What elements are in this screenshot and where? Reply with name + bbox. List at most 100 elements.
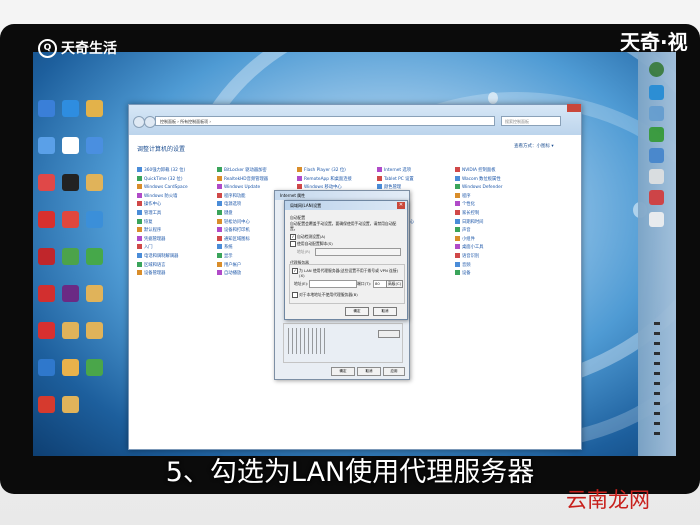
start-button-icon[interactable] bbox=[649, 62, 664, 77]
control-panel-item[interactable]: RemoteApp 和桌面连接 bbox=[297, 176, 377, 185]
control-panel-item[interactable]: Wacom 数位板属性 bbox=[455, 176, 535, 185]
desktop-shortcut-icon[interactable] bbox=[62, 285, 79, 302]
desktop-shortcut-icon[interactable] bbox=[38, 174, 55, 191]
taskbar-app-icon[interactable] bbox=[649, 106, 664, 121]
desktop-shortcut-icon[interactable] bbox=[62, 100, 79, 117]
proxy-address-input[interactable] bbox=[309, 280, 357, 288]
desktop-shortcut-icon[interactable] bbox=[38, 248, 55, 265]
use-script-checkbox[interactable] bbox=[290, 241, 296, 247]
desktop-shortcut-icon[interactable] bbox=[86, 322, 103, 339]
site-watermark: 云南龙网 bbox=[566, 488, 650, 512]
taskbar-app-icon[interactable] bbox=[649, 169, 664, 184]
desktop-shortcut-icon[interactable] bbox=[38, 137, 55, 154]
desktop-shortcut-icon[interactable] bbox=[86, 285, 103, 302]
auto-detect-checkbox[interactable] bbox=[290, 234, 296, 240]
control-panel-item[interactable]: 管理工具 bbox=[137, 210, 217, 219]
desktop-shortcut-icon[interactable] bbox=[62, 396, 79, 413]
control-panel-item[interactable]: Windows 防火墙 bbox=[137, 193, 217, 202]
desktop-shortcut-icon[interactable] bbox=[38, 322, 55, 339]
control-panel-item[interactable]: 语音识别 bbox=[455, 253, 535, 262]
control-panel-item[interactable]: 日期和时间 bbox=[455, 219, 535, 228]
taskbar-app-icon[interactable] bbox=[649, 127, 664, 142]
close-button[interactable] bbox=[567, 104, 581, 112]
control-panel-item[interactable]: 恢复 bbox=[137, 219, 217, 228]
address-bar[interactable]: 控制面板 › 所有控制面板项 › bbox=[155, 116, 495, 126]
use-proxy-checkbox[interactable] bbox=[292, 268, 298, 274]
desktop-shortcut-icon[interactable] bbox=[86, 248, 103, 265]
desktop-shortcut-icon[interactable] bbox=[86, 211, 103, 228]
desktop-shortcut-icon[interactable] bbox=[38, 359, 55, 376]
control-panel-column: 360强力卸载 (32 位) QuickTime (32 位) Windows Ca… bbox=[137, 167, 217, 279]
control-panel-item[interactable]: Tablet PC 设置 bbox=[377, 176, 457, 185]
desktop-shortcut-icon[interactable] bbox=[62, 322, 79, 339]
control-panel-item[interactable]: 入门 bbox=[137, 244, 217, 253]
control-panel-item[interactable]: 360强力卸载 (32 位) bbox=[137, 167, 217, 176]
control-panel-item[interactable]: 小组件 bbox=[455, 236, 535, 245]
desktop-shortcut-icon[interactable] bbox=[38, 211, 55, 228]
proxy-port-label: 端口(T): bbox=[357, 281, 372, 286]
auto-config-note: 自动配置会覆盖手动设置。要确保使用手动设置，请禁用自动配置。 bbox=[290, 221, 397, 231]
search-input[interactable]: 搜索控制面板 bbox=[501, 116, 561, 126]
desktop-shortcut-icon[interactable] bbox=[38, 396, 55, 413]
taskbar bbox=[638, 52, 676, 456]
water-drop bbox=[488, 92, 498, 104]
dialog-title: 局域网(LAN)设置 bbox=[285, 201, 407, 210]
desktop-shortcut-icon[interactable] bbox=[62, 211, 79, 228]
control-panel-item[interactable]: 设备管理器 bbox=[137, 270, 217, 279]
desktop-shortcut-icon[interactable] bbox=[62, 137, 79, 154]
lan-settings-dialog: 局域网(LAN)设置 ✕ 自动配置 自动配置会覆盖手动设置。要确保使用手动设置，… bbox=[284, 200, 408, 320]
control-panel-item[interactable]: Flash Player (32 位) bbox=[297, 167, 377, 176]
cancel-button[interactable]: 取消 bbox=[357, 367, 381, 376]
desktop-shortcut-icon[interactable] bbox=[86, 100, 103, 117]
apply-button[interactable]: 应用 bbox=[383, 367, 405, 376]
desktop-shortcut-icon[interactable] bbox=[38, 285, 55, 302]
control-panel-item[interactable]: 音频 bbox=[455, 262, 535, 271]
control-panel-item[interactable]: 声音 bbox=[455, 227, 535, 236]
desktop-shortcut-icon[interactable] bbox=[62, 359, 79, 376]
desktop-shortcut-icon[interactable] bbox=[62, 174, 79, 191]
control-panel-item[interactable]: 电话和调制解调器 bbox=[137, 253, 217, 262]
desktop-shortcut-icon[interactable] bbox=[62, 248, 79, 265]
control-panel-item[interactable]: 桌面小工具 bbox=[455, 244, 535, 253]
desktop-shortcut-icon[interactable] bbox=[38, 100, 55, 117]
control-panel-item[interactable]: Windows CardSpace bbox=[137, 184, 217, 193]
script-address-input[interactable] bbox=[315, 248, 401, 256]
control-panel-item[interactable]: 个性化 bbox=[455, 201, 535, 210]
control-panel-item[interactable]: QuickTime (32 位) bbox=[137, 176, 217, 185]
taskbar-app-icon[interactable] bbox=[649, 85, 664, 100]
ok-button[interactable]: 确定 bbox=[345, 307, 369, 316]
desktop-shortcut-icon[interactable] bbox=[86, 137, 103, 154]
diagram-graphic bbox=[288, 328, 328, 354]
proxy-address-label: 地址(E): bbox=[294, 281, 309, 286]
cancel-button[interactable]: 取消 bbox=[373, 307, 397, 316]
control-panel-item[interactable]: 默认程序 bbox=[137, 227, 217, 236]
control-panel-item[interactable]: Internet 选项 bbox=[377, 167, 457, 176]
ok-button[interactable]: 确定 bbox=[331, 367, 355, 376]
close-icon[interactable]: ✕ bbox=[397, 202, 405, 209]
control-panel-item[interactable]: 凭据管理器 bbox=[137, 236, 217, 245]
control-panel-item[interactable]: NVIDIA 控制面板 bbox=[455, 167, 535, 176]
lan-settings-button[interactable] bbox=[378, 330, 400, 338]
bypass-local-checkbox[interactable] bbox=[292, 292, 298, 298]
taskbar-app-icon[interactable] bbox=[649, 148, 664, 163]
desktop-shortcut-icon[interactable] bbox=[86, 359, 103, 376]
taskbar-app-icon[interactable] bbox=[649, 212, 664, 227]
dialog-title: Internet 属性 bbox=[275, 191, 409, 200]
auto-detect-label: 自动检测设置(A) bbox=[297, 234, 326, 239]
control-panel-item[interactable]: Windows Defender bbox=[455, 184, 535, 193]
control-panel-item[interactable]: 程序 bbox=[455, 193, 535, 202]
control-panel-item[interactable]: 操作中心 bbox=[137, 201, 217, 210]
control-panel-item[interactable]: 家长控制 bbox=[455, 210, 535, 219]
advanced-button[interactable]: 高级(C) bbox=[386, 280, 403, 288]
view-by-dropdown[interactable]: 查看方式：小图标 ▾ bbox=[514, 143, 554, 149]
brand-name: 天奇生活 bbox=[61, 41, 117, 57]
taskbar-app-icon[interactable] bbox=[649, 190, 664, 205]
control-panel-item[interactable]: 区域和语言 bbox=[137, 262, 217, 271]
control-panel-item[interactable]: 设备 bbox=[455, 270, 535, 279]
control-panel-item[interactable]: RealtekHD音频管理器 bbox=[217, 176, 297, 185]
use-proxy-label: 为 LAN 使用代理服务器(这些设置不用于拨号或 VPN 连接)(X) bbox=[299, 268, 399, 278]
use-script-label: 使用自动配置脚本(S) bbox=[297, 241, 333, 246]
desktop-shortcut-icon[interactable] bbox=[86, 174, 103, 191]
brand-logo-right: 天奇·视 bbox=[620, 30, 688, 54]
control-panel-item[interactable]: BitLocker 驱动器加密 bbox=[217, 167, 297, 176]
